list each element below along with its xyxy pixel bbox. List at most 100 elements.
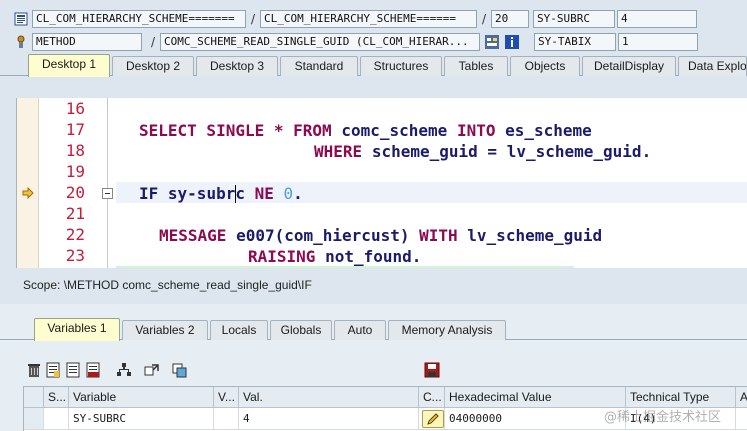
- operator: *: [273, 121, 284, 140]
- tab-memory-analysis[interactable]: Memory Analysis: [388, 320, 506, 340]
- hex-value-cell: 04000000: [445, 408, 626, 430]
- pencil-edit-icon[interactable]: [422, 410, 444, 428]
- variables-tabstrip: Variables 1 Variables 2 Locals Globals A…: [0, 318, 747, 341]
- header-row-2: METHOD / COMC_SCHEME_READ_SINGLE_GUID (C…: [0, 31, 698, 53]
- code-line-17: SELECT SINGLE * FROM comc_scheme INTO es…: [139, 120, 592, 141]
- column-header[interactable]: V...: [214, 387, 239, 408]
- table-cell: [736, 408, 747, 430]
- tab-variables-2[interactable]: Variables 2: [122, 320, 208, 340]
- print-icon[interactable]: [85, 362, 101, 378]
- column-header[interactable]: C...: [419, 387, 445, 408]
- number-literal: 0: [283, 184, 294, 203]
- source-code-editor[interactable]: 16 17 18 19 20 21 22 23 24 SELECT SINGLE…: [16, 98, 747, 268]
- keyword: NE: [254, 184, 274, 203]
- identifier: comc_scheme: [341, 121, 448, 140]
- value-cell[interactable]: 4: [239, 408, 419, 430]
- method-icon: [12, 33, 30, 51]
- table-cell: [44, 408, 69, 430]
- identifier: lv_scheme_guid.: [506, 142, 652, 161]
- include-name-field[interactable]: CL_COM_HIERARCHY_SCHEME======: [260, 10, 477, 28]
- line-number: 18: [65, 141, 85, 160]
- keyword: WHERE: [314, 142, 363, 161]
- sysvar2-name-field[interactable]: SY-TABIX: [534, 33, 616, 51]
- breakpoint-gutter[interactable]: [17, 98, 39, 268]
- detail-view-icon[interactable]: [45, 362, 61, 378]
- tab-data-explorer[interactable]: Data Explor: [678, 56, 747, 76]
- list-view-icon[interactable]: [65, 362, 81, 378]
- line-number: 19: [65, 162, 85, 181]
- column-header[interactable]: Hexadecimal Value: [445, 387, 626, 408]
- keyword: INTO: [456, 121, 496, 140]
- save-icon[interactable]: [424, 362, 440, 378]
- delete-icon[interactable]: [26, 362, 42, 378]
- tab-detaildisplay[interactable]: DetailDisplay: [582, 56, 676, 76]
- tab-desktop-1[interactable]: Desktop 1: [28, 54, 110, 77]
- identifier: lv_scheme_guid: [467, 226, 603, 245]
- column-header[interactable]: A: [736, 387, 747, 408]
- keyword: MESSAGE: [159, 226, 227, 245]
- identifier: e007: [236, 226, 275, 245]
- table-cell: [214, 408, 239, 430]
- code-line-18: WHERE scheme_guid = lv_scheme_guid.: [314, 141, 651, 162]
- line-number: 20: [65, 183, 85, 202]
- keyword: SELECT SINGLE: [139, 121, 265, 140]
- tab-locals[interactable]: Locals: [210, 320, 268, 340]
- sysvar-value-field[interactable]: 4: [617, 10, 697, 28]
- tab-desktop-3[interactable]: Desktop 3: [196, 56, 278, 76]
- variable-name-cell[interactable]: SY-SUBRC: [69, 408, 214, 430]
- debugger-window: CL_COM_HIERARCHY_SCHEME======= / CL_COM_…: [0, 0, 747, 431]
- sysvar2-value-field[interactable]: 1: [618, 33, 698, 51]
- header-row-1: CL_COM_HIERARCHY_SCHEME======= / CL_COM_…: [0, 8, 697, 30]
- current-statement-arrow-icon: [22, 186, 34, 200]
- row-selector[interactable]: [24, 408, 44, 430]
- hierarchy-icon[interactable]: [116, 362, 132, 378]
- display-attributes-icon[interactable]: [484, 34, 500, 50]
- line-number: 23: [65, 246, 85, 265]
- tab-globals[interactable]: Globals: [270, 320, 332, 340]
- row-selector-header[interactable]: [24, 387, 44, 408]
- keyword: IF: [139, 184, 159, 203]
- column-header[interactable]: Variable: [69, 387, 214, 408]
- stack-icon[interactable]: [172, 362, 188, 378]
- event-type-field[interactable]: METHOD: [32, 33, 142, 51]
- sysvar-name-field[interactable]: SY-SUBRC: [533, 10, 615, 28]
- period: .: [293, 184, 303, 203]
- tab-structures[interactable]: Structures: [360, 56, 442, 76]
- line-number: 21: [65, 204, 85, 223]
- information-icon[interactable]: [504, 34, 520, 50]
- variables-toolbar: [16, 356, 747, 382]
- column-header[interactable]: S...: [44, 387, 69, 408]
- line-number-field[interactable]: 20: [491, 10, 529, 28]
- identifier: sy-subrc: [167, 184, 245, 203]
- program-name-field[interactable]: CL_COM_HIERARCHY_SCHEME=======: [32, 10, 246, 28]
- scope-bar: Scope: \METHOD comc_scheme_read_single_g…: [0, 268, 747, 304]
- line-number: 16: [65, 99, 85, 118]
- fold-toggle-icon[interactable]: [102, 188, 113, 199]
- fold-margin: [107, 98, 108, 268]
- tab-desktop-2[interactable]: Desktop 2: [112, 56, 194, 76]
- code-line-20: IF sy-subrc NE 0.: [139, 183, 303, 204]
- keyword: FROM: [293, 121, 332, 140]
- tab-variables-1[interactable]: Variables 1: [34, 318, 120, 341]
- code-line-22: MESSAGE e007(com_hiercust) WITH lv_schem…: [159, 225, 602, 246]
- program-object-icon: [12, 10, 30, 28]
- identifier: scheme_guid: [371, 142, 478, 161]
- tab-objects[interactable]: Objects: [510, 56, 580, 76]
- separator: /: [481, 12, 487, 26]
- identifier: (com_hiercust): [274, 226, 410, 245]
- scope-text: Scope: \METHOD comc_scheme_read_single_g…: [23, 278, 312, 292]
- line-number: 22: [65, 225, 85, 244]
- column-header[interactable]: Val.: [239, 387, 419, 408]
- event-name-field[interactable]: COMC_SCHEME_READ_SINGLE_GUID (CL_COM_HIE…: [160, 33, 480, 51]
- desktop-tabstrip: Desktop 1 Desktop 2 Desktop 3 Standard S…: [0, 54, 747, 77]
- navigate-icon[interactable]: [144, 362, 160, 378]
- tab-tables[interactable]: Tables: [444, 56, 508, 76]
- keyword: RAISING: [248, 247, 316, 266]
- tab-auto[interactable]: Auto: [334, 320, 386, 340]
- watermark: @稀土掘金技术社区: [604, 410, 722, 425]
- separator: /: [150, 35, 156, 49]
- identifier: es_scheme: [505, 121, 592, 140]
- separator: /: [250, 12, 256, 26]
- column-header[interactable]: Technical Type: [626, 387, 736, 408]
- tab-standard[interactable]: Standard: [280, 56, 358, 76]
